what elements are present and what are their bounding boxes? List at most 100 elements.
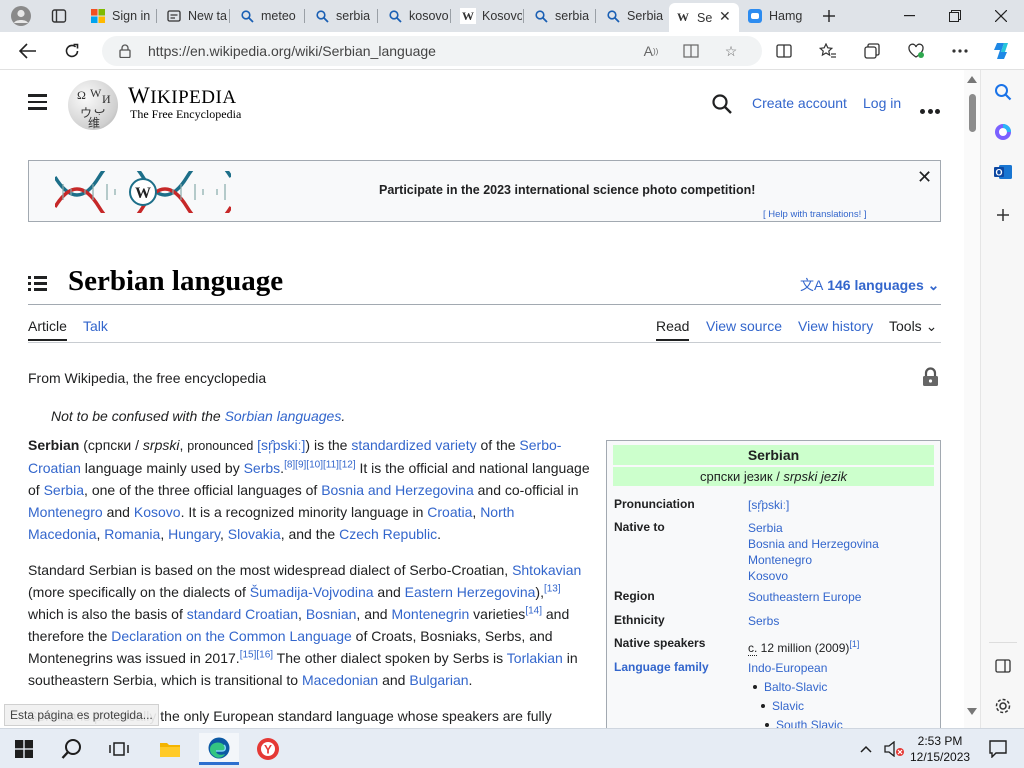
country-link[interactable]: Kosovo [748, 568, 879, 584]
table-of-contents-icon[interactable] [28, 275, 48, 293]
link[interactable]: Czech Republic [339, 526, 437, 542]
close-icon[interactable]: ✕ [917, 167, 932, 188]
new-tab-button[interactable] [814, 4, 844, 28]
back-arrow-icon[interactable] [13, 37, 43, 65]
tab-read[interactable]: Read [656, 318, 690, 341]
tab-meteo[interactable]: meteo [233, 3, 303, 29]
country-link[interactable]: Montenegro [748, 552, 879, 568]
tab-hamgam[interactable]: Hamg [741, 3, 813, 29]
link[interactable]: Kosovo [134, 504, 181, 520]
tab-serbia-search-3[interactable]: Serbia [599, 3, 667, 29]
tab-article[interactable]: Article [28, 318, 67, 341]
link[interactable]: Bosnia and Herzegovina [321, 482, 474, 498]
citation-ref[interactable]: [1] [849, 639, 859, 649]
minimize-button[interactable] [886, 0, 932, 32]
settings-more-icon[interactable] [945, 37, 975, 65]
favorite-star-icon[interactable]: ☆ [720, 41, 742, 61]
sidebar-settings-gear-icon[interactable] [991, 694, 1015, 718]
tab-kosovo-wiki[interactable]: W Kosovo [454, 3, 522, 29]
browser-essentials-icon[interactable] [901, 37, 931, 65]
link[interactable]: Declaration on the Common Language [111, 628, 352, 644]
scrollbar-thumb[interactable] [969, 94, 976, 132]
link[interactable]: Hungary [168, 526, 220, 542]
pronunciation-link[interactable]: [sr̩̂pskiː] [748, 497, 789, 513]
tab-new-tab[interactable]: New ta [160, 3, 228, 29]
restore-button[interactable] [932, 0, 978, 32]
country-link[interactable]: Serbia [748, 520, 879, 536]
lock-icon[interactable] [114, 41, 136, 61]
read-aloud-icon[interactable]: A)) [640, 41, 662, 61]
page-scrollbar[interactable] [964, 70, 980, 728]
link[interactable]: Bulgarian [409, 672, 468, 688]
url-text[interactable]: https://en.wikipedia.org/wiki/Serbian_la… [148, 43, 436, 59]
language-family-link[interactable]: Language family [614, 660, 709, 674]
main-menu-icon[interactable] [28, 94, 48, 112]
link[interactable]: Croatia [427, 504, 472, 520]
link[interactable]: Montenegrin [391, 606, 469, 622]
log-in-link[interactable]: Log in [863, 95, 901, 111]
family-link[interactable]: Slavic [772, 699, 804, 713]
family-link[interactable]: Balto-Slavic [764, 680, 827, 694]
link[interactable]: Eastern Herzegovina [405, 584, 536, 600]
tools-menu[interactable]: Tools ⌄ [889, 318, 937, 335]
link[interactable]: Romania [104, 526, 160, 542]
tab-talk[interactable]: Talk [83, 318, 108, 334]
show-hidden-icons-chevron-icon[interactable] [852, 733, 880, 765]
add-sidebar-app-icon[interactable] [991, 203, 1015, 227]
scroll-down-arrow-icon[interactable] [967, 708, 977, 715]
favorites-icon[interactable] [813, 37, 843, 65]
link[interactable]: standard Croatian [187, 606, 298, 622]
link[interactable]: Serbia [44, 482, 84, 498]
taskbar-search-icon[interactable] [52, 733, 92, 765]
link[interactable]: Macedonian [302, 672, 378, 688]
tab-serbia-search-2[interactable]: serbia [527, 3, 593, 29]
file-explorer-icon[interactable] [150, 733, 190, 765]
country-link[interactable]: Bosnia and Herzegovina [748, 536, 879, 552]
yandex-browser-icon[interactable]: Y [248, 733, 288, 765]
hide-sidebar-icon[interactable] [991, 654, 1015, 678]
citation-refs[interactable]: [14] [525, 605, 542, 616]
wikipedia-wordmark[interactable]: WIKIPEDIA [128, 83, 237, 109]
link[interactable]: Serbs [244, 460, 281, 476]
wikipedia-globe-logo[interactable]: ΩWИ ウب维 [68, 80, 118, 130]
citation-refs[interactable]: [8][9][10][11][12] [284, 459, 356, 470]
tab-view-source[interactable]: View source [706, 318, 782, 334]
help-translations-link[interactable]: [ Help with translations! ] [763, 209, 867, 220]
citation-refs[interactable]: [15][16] [240, 649, 273, 660]
region-link[interactable]: Southeastern Europe [748, 589, 861, 605]
citation-refs[interactable]: [13] [544, 583, 561, 594]
language-selector-button[interactable]: 文A 146 languages ⌄ [800, 275, 939, 295]
tab-serbia-search[interactable]: serbia [308, 3, 376, 29]
link[interactable]: Šumadija-Vojvodina [250, 584, 374, 600]
sidebar-search-icon[interactable] [991, 80, 1015, 104]
ipa-link[interactable]: [sr̩̂pskiː] [257, 437, 305, 453]
split-screen-icon[interactable] [769, 37, 799, 65]
taskbar-clock[interactable]: 2:53 PM 12/15/2023 [910, 733, 970, 765]
profile-icon[interactable] [6, 4, 36, 28]
microsoft-365-icon[interactable] [991, 120, 1015, 144]
tab-view-history[interactable]: View history [798, 318, 873, 334]
link[interactable]: Shtokavian [512, 562, 581, 578]
scroll-up-arrow-icon[interactable] [967, 76, 977, 83]
link[interactable]: Bosnian [306, 606, 357, 622]
collections-icon[interactable] [857, 37, 887, 65]
refresh-icon[interactable] [57, 37, 87, 65]
url-box[interactable]: https://en.wikipedia.org/wiki/Serbian_la… [102, 36, 762, 66]
family-link[interactable]: Indo-European [748, 660, 934, 676]
close-window-button[interactable] [978, 0, 1024, 32]
sorbian-languages-link[interactable]: Sorbian languages [225, 408, 342, 424]
tab-kosovo-search[interactable]: kosovo [381, 3, 449, 29]
copilot-icon[interactable] [987, 37, 1017, 65]
more-options-icon[interactable] [920, 101, 943, 119]
outlook-icon[interactable]: O [991, 160, 1015, 184]
volume-muted-icon[interactable] [880, 733, 910, 765]
create-account-link[interactable]: Create account [752, 95, 847, 111]
windows-start-icon[interactable] [4, 733, 44, 765]
link[interactable]: Montenegro [28, 504, 103, 520]
tab-actions-icon[interactable] [44, 4, 74, 28]
link[interactable]: standardized variety [351, 437, 476, 453]
notifications-icon[interactable] [978, 733, 1018, 765]
link[interactable]: Torlakian [507, 650, 563, 666]
family-link[interactable]: South Slavic [776, 718, 843, 728]
ethnicity-link[interactable]: Serbs [748, 613, 779, 629]
